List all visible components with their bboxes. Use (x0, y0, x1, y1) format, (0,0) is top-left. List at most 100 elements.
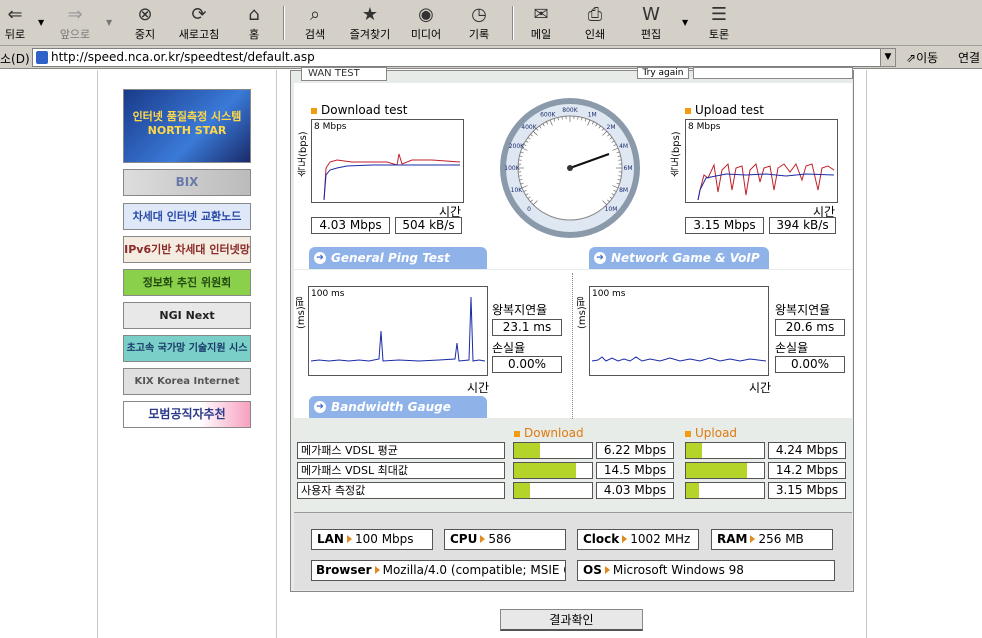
gauge-tick-label: 400K (521, 124, 537, 131)
gauge-tick-label: 10M (605, 206, 618, 213)
print-button[interactable]: ⎙ 인쇄 (580, 4, 610, 44)
media-button[interactable]: ◉ 미디어 (406, 4, 446, 44)
upload-bar-value: 14.2 Mbps (768, 462, 846, 479)
address-input[interactable]: http://speed.nca.or.kr/speedtest/default… (32, 48, 882, 67)
print-icon: ⎙ (587, 4, 603, 25)
upload-bar (685, 462, 765, 479)
gauge-tick-label: 1M (588, 111, 597, 118)
triangle-icon (374, 566, 380, 574)
lan-info: LAN 100 Mbps (311, 529, 433, 550)
toolbar-separator (512, 6, 514, 40)
upload-bar-fill (686, 443, 702, 458)
game-loss-value: 0.00% (775, 356, 845, 373)
browser-info: Browser Mozilla/4.0 (compatible; MSIE 6.0 (311, 560, 566, 581)
clock-info: Clock 1002 MHz (577, 529, 699, 550)
divider (97, 70, 98, 638)
bullet-icon (685, 107, 691, 114)
gauge-tick-label: 2M (607, 124, 616, 131)
upload-bar-value: 3.15 Mbps (768, 482, 846, 499)
kix-banner[interactable]: KIX Korea Internet Exchange (123, 368, 251, 395)
wan-test-tab[interactable]: WAN TEST (301, 67, 387, 81)
tab-bandwidth-gauge[interactable]: ➔ Bandwidth Gauge (309, 396, 487, 418)
edit-dropdown[interactable]: ▼ (682, 18, 688, 27)
stop-icon: ⊗ (137, 4, 153, 25)
tab-general-ping[interactable]: ➔ General Ping Test (309, 247, 487, 269)
ping-loss-value: 0.00% (492, 356, 562, 373)
gauge-tick-label: 0 (527, 206, 531, 213)
edit-icon: W (642, 4, 660, 25)
upload-bar-value: 4.24 Mbps (768, 442, 846, 459)
go-button[interactable]: ⇗이동 (906, 49, 938, 66)
address-dropdown[interactable]: ▼ (880, 48, 896, 67)
triangle-icon (480, 535, 486, 543)
triangle-icon (604, 566, 610, 574)
ping-graph: 100 ms (308, 286, 488, 376)
discuss-icon: ☰ (710, 4, 728, 25)
tab-network-game[interactable]: ➔Network Game & VoIP Test (589, 247, 769, 287)
forward-dropdown[interactable]: ▼ (106, 18, 112, 27)
ipv6-banner[interactable]: IPv6기반 차세대 인터넷망 (123, 236, 251, 263)
result-check-button[interactable]: 결과확인 (500, 609, 643, 631)
tech-support-banner[interactable]: 초고속 국가망 기술지원 시스템 (123, 335, 251, 362)
gauge-tick-label: 6M (624, 165, 633, 172)
game-chart (591, 356, 767, 362)
download-bar-fill (514, 483, 530, 498)
forward-arrow-icon: ⇒ (67, 4, 83, 25)
bandwidth-upload-title: Upload (685, 426, 737, 440)
triangle-icon (750, 535, 756, 543)
ngi-banner[interactable]: NGI Next Generation (123, 302, 251, 329)
ping-axis-label: (ms)핑 (296, 296, 307, 329)
gauge-tick-label: 200K (509, 143, 525, 150)
bullet-icon (685, 430, 691, 437)
upload-bar-fill (686, 463, 747, 478)
upload-bar-fill (686, 483, 700, 498)
download-scale: 8 Mbps (314, 122, 347, 132)
download-bar-value: 14.5 Mbps (596, 462, 674, 479)
refresh-button[interactable]: ⟳ 새로고침 (173, 4, 225, 44)
edit-button[interactable]: W 편집 (634, 4, 668, 44)
game-graph: 100 ms (589, 286, 769, 376)
ping-time-label: 시간 (467, 381, 490, 395)
favorites-button[interactable]: ★ 즐겨찾기 (344, 4, 396, 44)
ping-loss-label: 손실율 (492, 341, 526, 355)
mail-button[interactable]: ✉ 메일 (524, 4, 558, 44)
arrow-right-icon: ➔ (594, 252, 606, 264)
game-time-label: 시간 (749, 381, 772, 395)
forward-button[interactable]: ⇒ 앞으로 (55, 4, 95, 44)
ram-info: RAM 256 MB (711, 529, 833, 550)
exemplary-official-banner[interactable]: 모범공직자추천 (123, 401, 251, 428)
retry-button[interactable]: Try again (637, 67, 689, 79)
north-star-banner[interactable]: 인터넷 품질측정 시스템 NORTH STAR (123, 89, 251, 163)
upload-rate-value: 394 kB/s (769, 217, 836, 234)
next-gen-exchange-banner[interactable]: 차세대 인터넷 교환노드 (123, 203, 251, 230)
upload-speed-value: 3.15 Mbps (685, 217, 764, 234)
speed-test-panel: WAN TEST Try again Download test 속도(bps)… (290, 67, 854, 592)
triangle-icon (622, 535, 628, 543)
ping-chart (310, 296, 486, 362)
download-bar (513, 442, 593, 459)
bix-banner[interactable]: BIX (123, 169, 251, 196)
arrow-right-icon: ➔ (314, 252, 326, 264)
game-loss-label: 손실율 (775, 341, 809, 355)
back-dropdown[interactable]: ▼ (38, 18, 44, 27)
search-button[interactable]: ⌕ 검색 (298, 4, 332, 44)
upload-scale: 8 Mbps (688, 122, 721, 132)
triangle-icon (346, 535, 352, 543)
discuss-button[interactable]: ☰ 토론 (704, 4, 734, 44)
history-button[interactable]: ◷ 기록 (464, 4, 494, 44)
stop-button[interactable]: ⊗ 중지 (128, 4, 162, 44)
home-button[interactable]: ⌂ 홈 (240, 4, 268, 44)
informatization-committee-banner[interactable]: 정보화 추진 위원회 (123, 269, 251, 296)
download-bar (513, 482, 593, 499)
game-axis-label: (ms)핑 (577, 296, 588, 329)
upload-graph: 8 Mbps (685, 119, 838, 203)
toolbar-separator (283, 6, 285, 40)
links-button[interactable]: 연결 (958, 49, 980, 66)
back-button[interactable]: ⇐ 뒤로 (0, 4, 30, 44)
address-label: 소(D) (0, 52, 30, 66)
gauge-tick-label: 600K (540, 111, 556, 118)
bandwidth-row-label: 메가패스 VDSL 평균 (297, 442, 505, 459)
gauge-tick-label: 800K (562, 107, 578, 114)
cpu-info: CPU 586 (444, 529, 566, 550)
gauge-tick-label: 8M (619, 187, 628, 194)
